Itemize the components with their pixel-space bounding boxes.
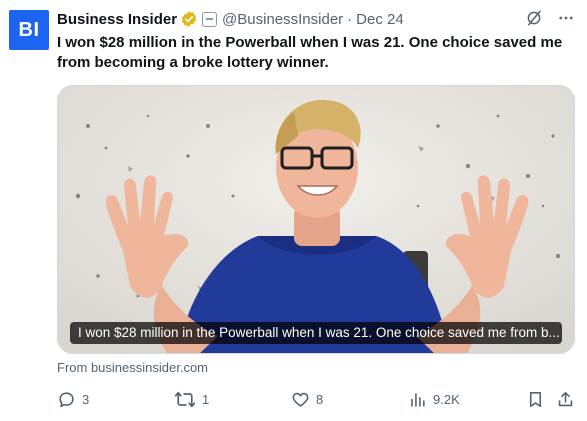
grok-icon[interactable] bbox=[525, 9, 543, 27]
repost-icon bbox=[174, 391, 196, 408]
separator-dot: · bbox=[347, 10, 353, 28]
video-frame-image bbox=[58, 86, 574, 353]
action-bar: 3 1 8 9.2K bbox=[57, 390, 575, 410]
like-count: 8 bbox=[316, 392, 324, 407]
more-icon[interactable] bbox=[557, 9, 575, 27]
repost-button[interactable]: 1 bbox=[174, 390, 209, 409]
link-source[interactable]: From businessinsider.com bbox=[57, 360, 208, 375]
avatar[interactable]: BI bbox=[9, 10, 49, 50]
account-handle[interactable]: @BusinessInsider bbox=[222, 11, 343, 28]
reply-count: 3 bbox=[82, 392, 90, 407]
repost-count: 1 bbox=[202, 392, 210, 407]
tweet-header: Business Insider @BusinessInsider · Dec … bbox=[57, 9, 404, 29]
video-caption: I won $28 million in the Powerball when … bbox=[70, 322, 562, 344]
account-name[interactable]: Business Insider bbox=[57, 11, 177, 28]
share-icon bbox=[558, 391, 573, 407]
share-button[interactable] bbox=[556, 390, 575, 409]
tweet-top-icons bbox=[525, 9, 575, 27]
reply-button[interactable]: 3 bbox=[57, 390, 89, 409]
tweet-date[interactable]: Dec 24 bbox=[356, 11, 404, 28]
reply-icon bbox=[59, 392, 74, 408]
bookmark-button[interactable] bbox=[526, 390, 545, 409]
views-button[interactable]: 9.2K bbox=[408, 390, 460, 409]
video-media[interactable]: I won $28 million in the Powerball when … bbox=[57, 85, 575, 354]
like-button[interactable]: 8 bbox=[291, 390, 323, 409]
views-icon bbox=[411, 393, 425, 407]
like-icon bbox=[292, 392, 309, 407]
avatar-text: BI bbox=[18, 18, 40, 41]
tweet-text: I won $28 million in the Powerball when … bbox=[57, 34, 563, 71]
bookmark-icon bbox=[529, 391, 542, 408]
affiliate-badge-icon[interactable] bbox=[202, 11, 218, 27]
verified-badge-icon bbox=[181, 11, 197, 27]
views-count: 9.2K bbox=[433, 392, 460, 407]
